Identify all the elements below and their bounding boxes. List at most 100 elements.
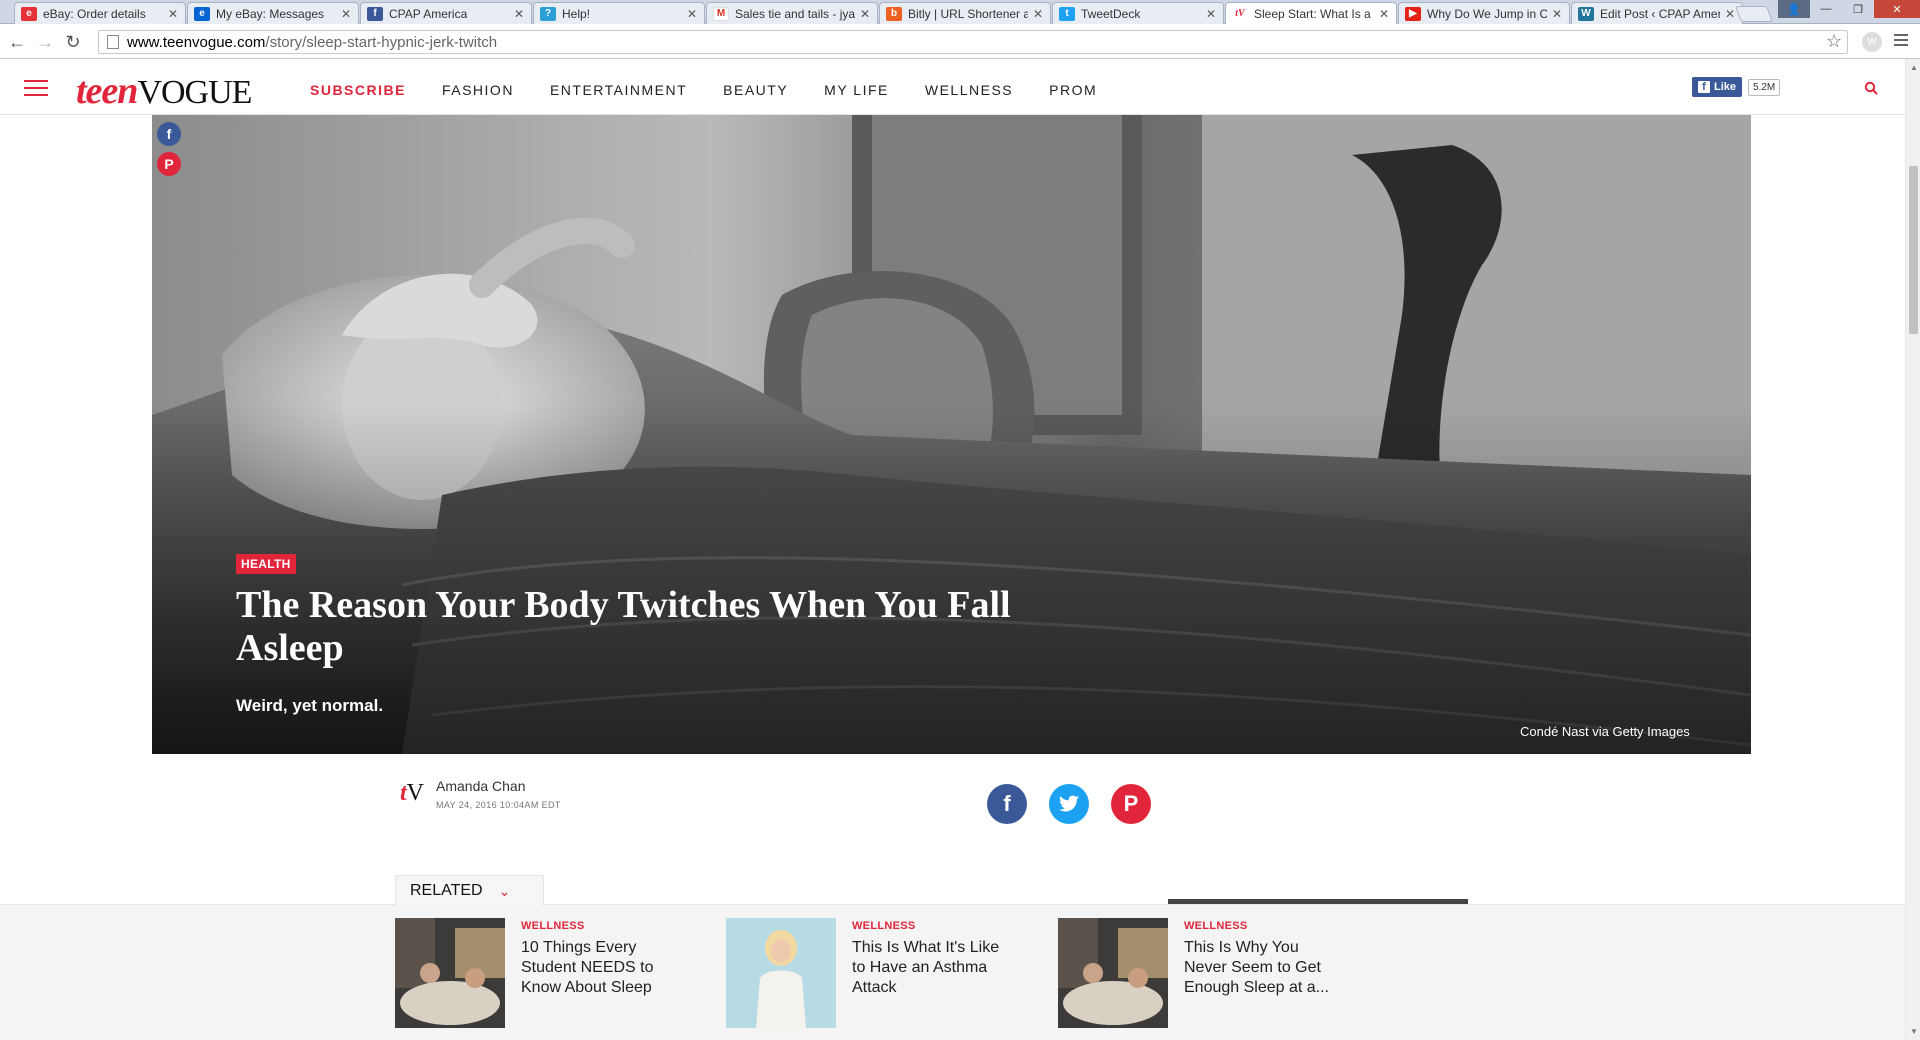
new-tab-button[interactable] xyxy=(1735,6,1773,22)
byline-logo-v: V xyxy=(406,780,425,806)
browser-tab[interactable]: t TweetDeck ✕ xyxy=(1052,2,1224,24)
url-path: /story/sleep-start-hypnic-jerk-twitch xyxy=(265,33,498,51)
related-category: WELLNESS xyxy=(521,920,585,932)
minimize-button[interactable]: — xyxy=(1810,0,1842,18)
tab-label: Help! xyxy=(562,6,591,21)
byline-logo: tV xyxy=(400,780,424,807)
side-share-bar: f P xyxy=(157,122,181,182)
extension-icon[interactable]: W xyxy=(1862,32,1882,52)
browser-menu-icon[interactable] xyxy=(1894,34,1908,49)
scroll-down-arrow-icon[interactable]: ▼ xyxy=(1910,1027,1918,1036)
reload-icon[interactable]: ↻ xyxy=(62,31,84,53)
pinterest-share-button[interactable]: P xyxy=(1111,784,1151,824)
search-icon[interactable] xyxy=(1864,81,1878,95)
facebook-like-widget: f Like 5.2M xyxy=(1692,77,1781,97)
bookmark-star-icon[interactable]: ☆ xyxy=(1826,31,1842,52)
nav-subscribe[interactable]: SUBSCRIBE xyxy=(310,82,406,98)
like-count: 5.2M xyxy=(1748,78,1781,96)
forward-arrow-icon[interactable]: → xyxy=(34,31,56,53)
photo-credit: Condé Nast via Getty Images xyxy=(1520,724,1690,739)
pinterest-icon: P xyxy=(1123,791,1139,816)
browser-tab[interactable]: f CPAP America ✕ xyxy=(360,2,532,24)
related-thumbnail xyxy=(726,918,836,1028)
tab-close-icon[interactable]: ✕ xyxy=(340,7,352,21)
related-tab[interactable]: RELATED ⌄ xyxy=(395,875,544,906)
related-category: WELLNESS xyxy=(852,920,916,932)
browser-tab-active[interactable]: tV Sleep Start: What Is a ✕ xyxy=(1225,2,1397,24)
byline-logo-t: t xyxy=(400,780,407,806)
nav-beauty[interactable]: BEAUTY xyxy=(723,82,788,98)
article-headline: The Reason Your Body Twitches When You F… xyxy=(236,584,1011,669)
back-arrow-icon[interactable]: ← xyxy=(6,31,28,53)
chevron-down-icon: ⌄ xyxy=(498,882,511,899)
author-name[interactable]: Amanda Chan xyxy=(436,778,526,794)
page-icon xyxy=(107,35,119,49)
teenvogue-icon: tV xyxy=(1232,6,1248,21)
main-nav: SUBSCRIBE FASHION ENTERTAINMENT BEAUTY M… xyxy=(310,82,1133,98)
gmail-icon: M xyxy=(713,6,729,21)
logo-vogue: VOGUE xyxy=(137,74,252,111)
tab-label: TweetDeck xyxy=(1081,6,1141,21)
tab-close-icon[interactable]: ✕ xyxy=(1378,7,1390,21)
tab-close-icon[interactable]: ✕ xyxy=(1551,7,1563,21)
like-label: Like xyxy=(1714,81,1737,93)
ebay-icon: e xyxy=(21,6,37,21)
related-title[interactable]: This Is What It's Like to Have an Asthma… xyxy=(852,938,1002,998)
facebook-like-button[interactable]: f Like xyxy=(1692,77,1743,97)
browser-tab[interactable]: M Sales tie and tails - jya ✕ xyxy=(706,2,878,24)
tab-close-icon[interactable]: ✕ xyxy=(167,7,179,21)
site-header: teen VOGUE SUBSCRIBE FASHION ENTERTAINMEN… xyxy=(0,59,1905,115)
page-scrollbar[interactable]: ▲ ▼ xyxy=(1905,59,1920,1040)
tab-label: Why Do We Jump in C xyxy=(1427,6,1547,21)
pinterest-icon[interactable]: P xyxy=(157,152,181,176)
facebook-icon: f xyxy=(367,6,383,21)
tab-label: Sales tie and tails - jya xyxy=(735,6,855,21)
tab-close-icon[interactable]: ✕ xyxy=(1032,7,1044,21)
window-controls: 👤 — ❐ ✕ xyxy=(1778,0,1920,18)
related-thumbnail xyxy=(395,918,505,1028)
tab-close-icon[interactable]: ✕ xyxy=(859,7,871,21)
browser-tab[interactable]: W Edit Post ‹ CPAP Amer ✕ xyxy=(1571,2,1743,24)
youtube-icon: ▶ xyxy=(1405,6,1421,21)
tab-label: Sleep Start: What Is a xyxy=(1254,6,1371,21)
tab-label: CPAP America xyxy=(389,6,468,21)
browser-tab[interactable]: ? Help! ✕ xyxy=(533,2,705,24)
browser-toolbar: ← → ↻ www.teenvogue.com/story/sleep-star… xyxy=(0,24,1920,59)
nav-my-life[interactable]: MY LIFE xyxy=(824,82,889,98)
profile-icon[interactable]: 👤 xyxy=(1778,0,1810,18)
facebook-icon: f xyxy=(1698,81,1710,93)
article-dek: Weird, yet normal. xyxy=(236,696,384,715)
nav-entertainment[interactable]: ENTERTAINMENT xyxy=(550,82,687,98)
category-badge[interactable]: HEALTH xyxy=(236,554,296,574)
related-title[interactable]: This Is Why You Never Seem to Get Enough… xyxy=(1184,938,1334,998)
nav-wellness[interactable]: WELLNESS xyxy=(925,82,1013,98)
browser-tab[interactable]: e eBay: Order details ✕ xyxy=(14,2,186,24)
facebook-icon[interactable]: f xyxy=(157,122,181,146)
twitter-share-button[interactable] xyxy=(1049,784,1089,824)
address-bar[interactable]: www.teenvogue.com/story/sleep-start-hypn… xyxy=(98,30,1848,54)
facebook-share-button[interactable]: f xyxy=(987,784,1027,824)
browser-tab[interactable]: ▶ Why Do We Jump in C ✕ xyxy=(1398,2,1570,24)
browser-tabstrip: e eBay: Order details ✕ e My eBay: Messa… xyxy=(0,0,1920,24)
browser-tab[interactable]: b Bitly | URL Shortener a ✕ xyxy=(879,2,1051,24)
related-category: WELLNESS xyxy=(1184,920,1248,932)
restore-button[interactable]: ❐ xyxy=(1842,0,1874,18)
scrollbar-thumb[interactable] xyxy=(1909,166,1918,334)
related-title[interactable]: 10 Things Every Student NEEDS to Know Ab… xyxy=(521,938,671,998)
nav-prom[interactable]: PROM xyxy=(1049,82,1097,98)
tab-close-icon[interactable]: ✕ xyxy=(686,7,698,21)
teen-vogue-logo[interactable]: teen VOGUE xyxy=(76,69,252,112)
nav-fashion[interactable]: FASHION xyxy=(442,82,514,98)
tab-label: eBay: Order details xyxy=(43,6,146,21)
tab-label: Bitly | URL Shortener a xyxy=(908,6,1028,21)
scroll-up-arrow-icon[interactable]: ▲ xyxy=(1910,63,1918,72)
tab-close-icon[interactable]: ✕ xyxy=(1724,7,1736,21)
publish-date: MAY 24, 2016 10:04AM EDT xyxy=(436,800,561,810)
hamburger-menu-icon[interactable] xyxy=(24,80,48,101)
close-window-button[interactable]: ✕ xyxy=(1874,0,1920,18)
tab-close-icon[interactable]: ✕ xyxy=(1205,7,1217,21)
tab-close-icon[interactable]: ✕ xyxy=(513,7,525,21)
browser-tab[interactable]: e My eBay: Messages ✕ xyxy=(187,2,359,24)
wordpress-icon: W xyxy=(1578,6,1594,21)
logo-teen: teen xyxy=(76,70,138,112)
